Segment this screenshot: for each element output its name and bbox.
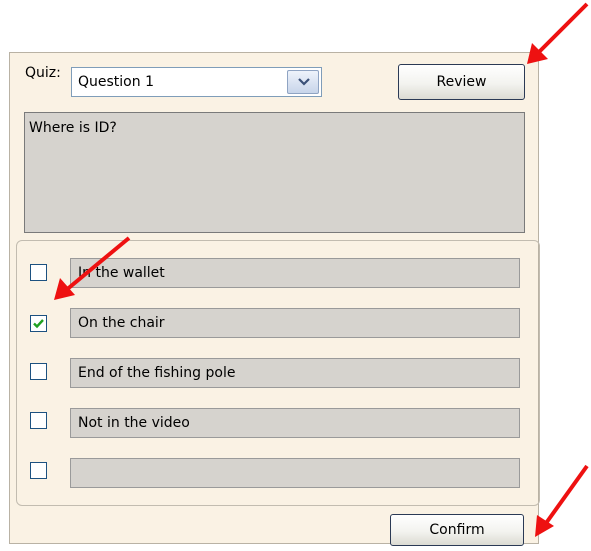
answer-option-5 [70, 458, 520, 488]
answer-checkbox-2[interactable] [30, 315, 47, 332]
answer-option-2-text: On the chair [78, 315, 165, 331]
review-button-label: Review [436, 74, 487, 90]
answer-option-4-text: Not in the video [78, 415, 190, 431]
answer-option-4: Not in the video [70, 408, 520, 438]
question-select-value: Question 1 [78, 74, 154, 90]
answer-checkbox-1[interactable] [30, 264, 47, 281]
answer-checkbox-3[interactable] [30, 363, 47, 380]
answer-checkbox-4[interactable] [30, 412, 47, 429]
answer-checkbox-5[interactable] [30, 462, 47, 479]
answer-option-2: On the chair [70, 308, 520, 338]
quiz-label: Quiz: [25, 65, 61, 81]
question-select-dropdown-button[interactable] [287, 70, 319, 94]
answer-option-3: End of the fishing pole [70, 358, 520, 388]
chevron-down-icon [298, 78, 310, 86]
question-text-area: Where is ID? [24, 112, 525, 233]
answer-option-1: In the wallet [70, 258, 520, 288]
review-button[interactable]: Review [398, 64, 525, 100]
answer-option-3-text: End of the fishing pole [78, 365, 236, 381]
confirm-button-label: Confirm [429, 522, 485, 538]
question-select[interactable]: Question 1 [71, 67, 322, 97]
answer-option-1-text: In the wallet [78, 265, 165, 281]
question-text: Where is ID? [29, 120, 117, 136]
confirm-button[interactable]: Confirm [390, 514, 524, 546]
checkmark-icon [33, 319, 44, 329]
